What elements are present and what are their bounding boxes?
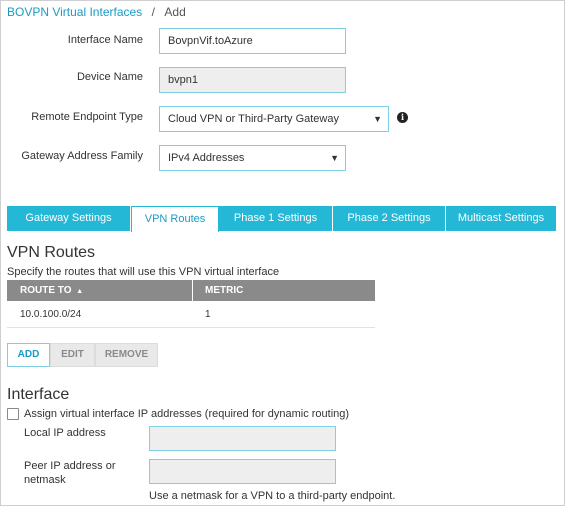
route-to-cell: 10.0.100.0/24 [20, 309, 82, 320]
gateway-address-family-value: IPv4 Addresses [168, 152, 245, 164]
local-ip-label: Local IP address [24, 427, 106, 439]
column-divider [192, 280, 193, 301]
remove-button[interactable]: REMOVE [95, 343, 158, 367]
assign-ip-checkbox[interactable] [7, 408, 19, 420]
remote-endpoint-type-value: Cloud VPN or Third-Party Gateway [168, 113, 339, 125]
tab-vpn-routes[interactable]: VPN Routes [131, 206, 219, 232]
peer-ip-label-line1: Peer IP address or [24, 460, 116, 472]
device-name-input[interactable]: bvpn1 [159, 67, 346, 93]
settings-tabs: Gateway Settings VPN Routes Phase 1 Sett… [7, 206, 556, 232]
edit-button[interactable]: EDIT [50, 343, 95, 367]
breadcrumb: BOVPN Virtual Interfaces / Add [7, 3, 186, 21]
device-name-label: Device Name [76, 71, 143, 83]
chevron-down-icon: ▼ [330, 153, 339, 163]
netmask-hint: Use a netmask for a VPN to a third-party… [149, 490, 396, 502]
vpn-routes-table-header: ROUTE TO ▲ METRIC [7, 280, 375, 301]
breadcrumb-link-bovpn-virtual-interfaces[interactable]: BOVPN Virtual Interfaces [7, 5, 142, 19]
sort-up-icon: ▲ [76, 288, 84, 295]
peer-ip-label-line2: netmask [24, 474, 66, 486]
table-row-divider [7, 327, 375, 328]
peer-ip-label: Peer IP address or netmask [24, 459, 116, 487]
vpn-routes-description: Specify the routes that will use this VP… [7, 266, 280, 278]
interface-name-input[interactable]: BovpnVif.toAzure [159, 28, 346, 54]
vpn-routes-title: VPN Routes [7, 244, 96, 261]
column-header-route-to[interactable]: ROUTE TO ▲ [20, 280, 83, 301]
column-header-route-to-label: ROUTE TO [20, 285, 72, 296]
interface-title: Interface [7, 386, 70, 403]
remote-endpoint-type-select[interactable]: Cloud VPN or Third-Party Gateway ▼ [159, 106, 389, 132]
table-row[interactable]: 10.0.100.0/24 1 [7, 301, 375, 327]
breadcrumb-current: Add [164, 5, 186, 19]
add-button[interactable]: ADD [7, 343, 50, 367]
column-header-metric[interactable]: METRIC [205, 280, 243, 301]
tab-multicast-settings[interactable]: Multicast Settings [446, 206, 556, 231]
tab-phase-1-settings[interactable]: Phase 1 Settings [219, 206, 333, 231]
info-icon[interactable]: i [397, 112, 408, 123]
assign-ip-checkbox-label: Assign virtual interface IP addresses (r… [24, 408, 350, 420]
gateway-address-family-select[interactable]: IPv4 Addresses ▼ [159, 145, 346, 171]
tab-gateway-settings[interactable]: Gateway Settings [7, 206, 131, 231]
tab-phase-2-settings[interactable]: Phase 2 Settings [333, 206, 446, 231]
gateway-address-family-label: Gateway Address Family [21, 150, 143, 162]
local-ip-input[interactable] [149, 426, 336, 451]
breadcrumb-separator: / [151, 5, 155, 19]
peer-ip-input[interactable] [149, 459, 336, 484]
interface-name-label: Interface Name [67, 34, 143, 46]
remote-endpoint-type-label: Remote Endpoint Type [31, 111, 143, 123]
chevron-down-icon: ▼ [373, 114, 382, 124]
metric-cell: 1 [205, 309, 211, 320]
